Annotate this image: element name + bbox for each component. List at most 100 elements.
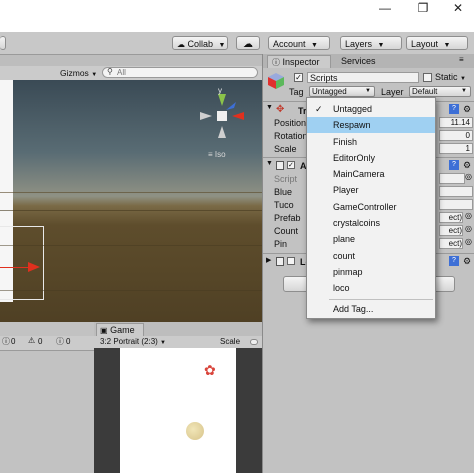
info-count: 0: [11, 337, 16, 346]
menu-item-crystalcoins[interactable]: crystalcoins: [307, 215, 435, 231]
help-book-icon[interactable]: ?: [449, 256, 459, 266]
warning-count-icon[interactable]: ⚠: [28, 336, 35, 345]
menu-item-editoronly[interactable]: EditorOnly: [307, 150, 435, 166]
z-axis-cone-icon: [226, 102, 236, 110]
count-field[interactable]: ect): [439, 225, 463, 236]
field-label-tuco: Tuco: [274, 200, 294, 210]
chevron-down-icon: ▼: [365, 88, 371, 94]
scene-overlay-toggles: ⓘ 0 ⚠ 0 ⓘ 0: [0, 336, 94, 351]
static-label: Static ▼: [435, 72, 466, 82]
field-label-prefab: Prefab: [274, 213, 301, 223]
gameobject-cube-icon: [267, 72, 285, 90]
menu-item-gamecontroller[interactable]: GameController: [307, 199, 435, 215]
info-count-icon[interactable]: ⓘ: [2, 336, 10, 347]
tag-label: Tag: [289, 87, 304, 97]
object-picker-icon[interactable]: ◎: [465, 172, 472, 181]
close-button[interactable]: ✕: [443, 0, 473, 18]
cloud-services-button[interactable]: ☁: [236, 36, 260, 50]
scale-slider-thumb[interactable]: [250, 339, 258, 345]
y-axis-letter: y: [218, 88, 222, 95]
coin-sprite-icon: [186, 422, 204, 440]
settings-gear-icon[interactable]: ⚙: [463, 160, 471, 171]
component-enabled-checkbox[interactable]: ✓: [287, 161, 295, 169]
game-canvas: ✿: [120, 348, 236, 473]
tab-game[interactable]: ▣ Game: [96, 323, 144, 336]
minimize-button[interactable]: —: [370, 0, 400, 18]
position-label: Position: [274, 118, 307, 128]
layout-dropdown[interactable]: Layout ▼: [406, 36, 468, 50]
toolbar-left-edge-button[interactable]: [0, 36, 6, 50]
object-picker-icon[interactable]: ◎: [465, 224, 472, 233]
field-label-script: Script: [274, 174, 298, 184]
gizmos-dropdown[interactable]: Gizmos ▼: [60, 67, 97, 79]
tag-dropdown-menu: ✓ Untagged Respawn Finish EditorOnly Mai…: [306, 97, 436, 319]
component-enabled-checkbox[interactable]: [287, 257, 295, 265]
blue-field[interactable]: [439, 186, 473, 197]
static-checkbox[interactable]: [423, 73, 432, 82]
foldout-arrow-icon: ▼: [266, 160, 273, 167]
field-label-count: Count: [274, 226, 299, 236]
menu-item-plane[interactable]: plane: [307, 231, 435, 247]
menu-item-pinmap[interactable]: pinmap: [307, 264, 435, 280]
tab-services[interactable]: Services: [341, 55, 376, 67]
x-axis-cone-icon: [232, 112, 244, 120]
gamepad-icon: ▣: [100, 326, 108, 335]
tab-inspector[interactable]: ⓘ Inspector: [267, 55, 331, 68]
settings-gear-icon[interactable]: ⚙: [463, 256, 471, 267]
settings-gear-icon[interactable]: ⚙: [463, 104, 471, 115]
object-picker-icon[interactable]: ◎: [465, 237, 472, 246]
script-field[interactable]: [439, 173, 465, 184]
checkmark-icon: ✓: [315, 104, 323, 114]
pin-field[interactable]: ect): [439, 238, 463, 249]
menu-item-loco[interactable]: loco: [307, 280, 435, 296]
object-name-field[interactable]: Scripts: [307, 72, 419, 83]
menu-item-respawn[interactable]: Respawn: [307, 117, 435, 133]
menu-item-maincamera[interactable]: MainCamera: [307, 166, 435, 182]
layers-label: Layers: [345, 39, 373, 49]
scene-search-placeholder: All: [117, 68, 126, 77]
main-toolbar: ☁ Collab ▼ ☁ Account ▼ Layers ▼ Layout ▼: [0, 32, 474, 55]
scene-search-field[interactable]: ⚲ All: [102, 67, 258, 78]
scale-z-field[interactable]: 1: [439, 143, 473, 154]
tag-dropdown[interactable]: Untagged ▼: [309, 86, 375, 97]
object-picker-icon[interactable]: ◎: [465, 211, 472, 220]
maximize-button[interactable]: ❐: [408, 0, 438, 18]
info-icon: ⓘ: [272, 58, 280, 67]
layout-label: Layout: [411, 39, 439, 49]
prefab-field[interactable]: ect): [439, 212, 463, 223]
gizmos-label: Gizmos: [60, 68, 89, 78]
chevron-down-icon: ▼: [311, 42, 318, 49]
menu-item-count[interactable]: count: [307, 248, 435, 264]
menu-item-untagged[interactable]: ✓ Untagged: [307, 101, 435, 117]
orientation-gizmo[interactable]: y: [198, 88, 248, 148]
position-z-field[interactable]: 11.14: [439, 117, 473, 128]
x-axis-arrow-icon[interactable]: [28, 262, 40, 272]
scale-label: Scale: [274, 144, 297, 154]
warning-count: 0: [38, 337, 43, 346]
rotation-z-field[interactable]: 0: [439, 130, 473, 141]
menu-item-finish[interactable]: Finish: [307, 134, 435, 150]
menu-item-add-tag[interactable]: Add Tag...: [307, 301, 435, 317]
tuco-field[interactable]: [439, 199, 473, 210]
active-checkbox[interactable]: ✓: [294, 73, 303, 82]
help-book-icon[interactable]: ?: [449, 160, 459, 170]
neg-x-cone-icon: [200, 112, 212, 120]
layer-dropdown[interactable]: Default ▼: [409, 86, 471, 97]
iso-view-label[interactable]: ≡ Iso: [208, 150, 226, 159]
layers-dropdown[interactable]: Layers ▼: [340, 36, 402, 50]
game-view[interactable]: ✿: [94, 348, 262, 473]
scene-toolbar: Gizmos ▼ ⚲ All: [0, 66, 262, 81]
inspector-tab-bar: ⓘ Inspector Services ≡: [263, 54, 474, 68]
panel-menu-icon[interactable]: ≡: [459, 55, 464, 64]
collab-button[interactable]: ☁ Collab ▼: [172, 36, 228, 50]
menu-item-player[interactable]: Player: [307, 182, 435, 198]
hierarchy-panel: ⓘ 0 ⚠ 0 ⓘ 0: [0, 322, 95, 473]
error-count: 0: [66, 337, 71, 346]
script-file-icon: [276, 257, 284, 266]
chevron-down-icon: ▼: [443, 42, 451, 49]
help-book-icon[interactable]: ?: [449, 104, 459, 114]
scene-view[interactable]: y ≡ Iso: [0, 80, 262, 322]
y-axis-cone-icon: [218, 94, 226, 106]
account-dropdown[interactable]: Account ▼: [268, 36, 330, 50]
error-count-icon[interactable]: ⓘ: [56, 336, 64, 347]
